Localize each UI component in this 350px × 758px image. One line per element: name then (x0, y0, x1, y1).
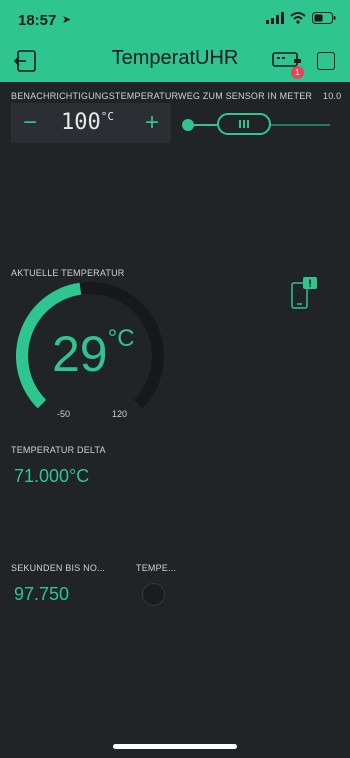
notification-badge: 1 (291, 66, 304, 79)
signal-icon (266, 12, 284, 24)
gauge-min-label: -50 (57, 409, 71, 419)
temp-delta-label: TEMPERATUR DELTA (11, 445, 106, 455)
status-icons (266, 12, 336, 24)
current-temp-unit: °C (107, 325, 135, 352)
seconds-value: 97.750 (14, 584, 70, 604)
distance-slider-label: WEG ZUM SENSOR IN METER (178, 91, 313, 101)
distance-slider-value: 10.0 (323, 91, 342, 101)
decrease-button[interactable]: − (16, 109, 44, 137)
home-indicator[interactable] (113, 744, 237, 749)
current-temp-value: 29°C (52, 325, 135, 383)
increase-button[interactable]: + (138, 109, 166, 137)
notify-temp-label: BENACHRICHTIGUNGSTEMPERATUR (11, 91, 179, 101)
temp-led-label: TEMPE... (136, 563, 177, 573)
notify-temp-number: 100 (61, 110, 101, 135)
seconds-label: SEKUNDEN BIS NO... (11, 563, 106, 573)
notify-temp-stepper[interactable]: − 100°C + (11, 103, 171, 143)
slider-handle[interactable] (216, 113, 271, 135)
notify-temp-unit: °C (100, 110, 114, 123)
slider-start-dot (182, 119, 194, 131)
battery-icon (312, 12, 336, 24)
wifi-icon (290, 12, 306, 24)
temp-led (142, 583, 165, 606)
status-time: 18:57 (18, 12, 57, 29)
notify-temp-value: 100°C (61, 110, 114, 135)
distance-slider[interactable] (182, 111, 330, 139)
gauge-max-label: 120 (112, 409, 128, 419)
play-stop-button[interactable] (317, 52, 335, 70)
notification-widget-icon[interactable] (289, 277, 319, 311)
location-arrow-icon: ➤ (62, 14, 72, 26)
temp-delta-value: 71.000°C (14, 466, 90, 486)
current-temp-number: 29 (52, 326, 108, 382)
app-header: 18:57 ➤ TemperatUHR 1 (0, 0, 350, 82)
current-temp-label: AKTUELLE TEMPERATUR (11, 268, 125, 278)
